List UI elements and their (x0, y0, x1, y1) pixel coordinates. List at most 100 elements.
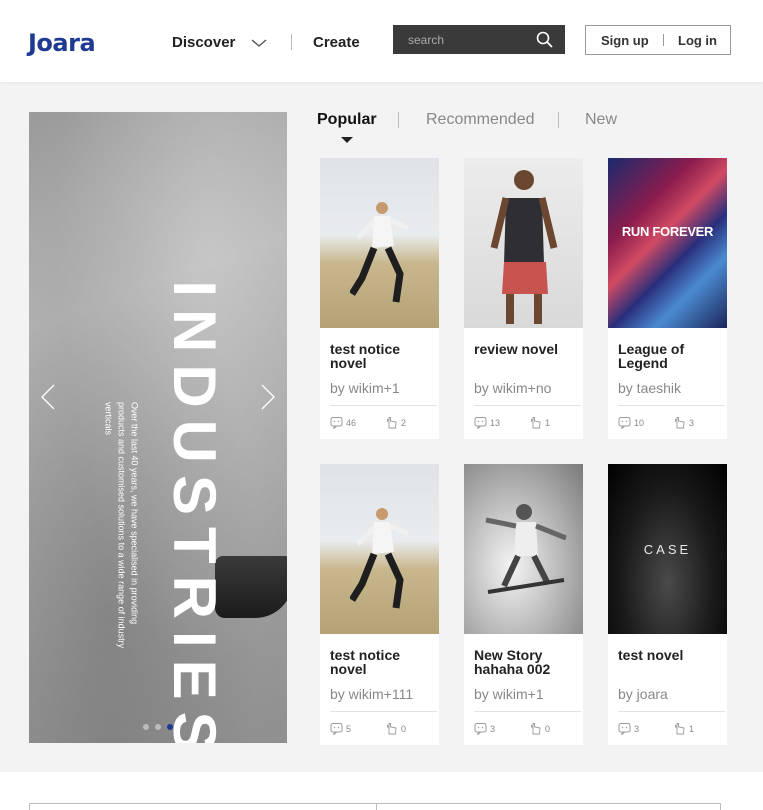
like-count: 1 (673, 722, 694, 735)
novel-card[interactable]: review novel by wikim+no 13 1 (464, 158, 583, 439)
hand-icon (675, 417, 685, 429)
nav-discover[interactable]: Discover (172, 34, 267, 51)
hand-icon (531, 723, 541, 735)
novel-title: test notice novel (330, 341, 401, 371)
active-tab-indicator (341, 137, 353, 143)
comment-count-value: 3 (490, 723, 496, 734)
cover-image: RUN FOREVER (608, 158, 727, 328)
novel-title: New Story hahaha 002 (474, 647, 551, 677)
login-button[interactable]: Log in (678, 33, 717, 48)
search-input[interactable] (393, 32, 523, 47)
comment-icon (474, 723, 487, 735)
footer-box (29, 803, 721, 810)
comment-count-value: 3 (634, 723, 640, 734)
like-count-value: 1 (689, 723, 695, 734)
banner-texture (29, 112, 287, 743)
comment-count-value: 5 (346, 723, 352, 734)
cover-image (320, 464, 439, 634)
card-divider (618, 711, 725, 712)
like-count-value: 2 (401, 417, 407, 428)
novel-card[interactable]: test notice novel by wikim+111 5 0 (320, 464, 439, 745)
novel-title: review novel (474, 341, 559, 357)
chevron-left-icon[interactable] (41, 384, 55, 410)
signup-button[interactable]: Sign up (601, 33, 649, 48)
novel-title: League of Legend (618, 341, 685, 371)
tab-divider (558, 112, 559, 128)
search-bar (393, 25, 565, 54)
like-count: 0 (529, 722, 550, 735)
novel-author: by wikim+1 (474, 686, 544, 702)
runner-figure (350, 202, 410, 303)
comment-count: 10 (618, 416, 644, 429)
nav-divider (291, 34, 292, 50)
hero-banner[interactable]: INDUSTRIES Over the last 40 years, we ha… (29, 112, 287, 743)
comment-count: 46 (330, 416, 356, 429)
cover-text: CASE (643, 542, 692, 557)
novel-card[interactable]: New Story hahaha 002 by wikim+1 3 0 (464, 464, 583, 745)
card-divider (618, 405, 725, 406)
comment-icon (330, 723, 343, 735)
tab-new[interactable]: New (585, 111, 617, 129)
novel-title: test notice novel (330, 647, 401, 677)
comment-count-value: 10 (634, 417, 645, 428)
like-count: 0 (385, 722, 406, 735)
cover-image (464, 464, 583, 634)
search-icon[interactable] (536, 31, 553, 48)
novel-card[interactable]: test notice novel by wikim+1 46 2 (320, 158, 439, 439)
joara-logo[interactable]: Joara (28, 29, 96, 57)
nav-discover-label: Discover (172, 34, 236, 51)
carousel-dot-2[interactable] (155, 724, 161, 730)
tab-recommended[interactable]: Recommended (426, 111, 535, 129)
comment-icon (618, 417, 631, 429)
hand-icon (387, 723, 397, 735)
tab-divider (398, 112, 399, 128)
comment-count-value: 46 (346, 417, 357, 428)
like-count-value: 0 (401, 723, 407, 734)
tab-popular[interactable]: Popular (317, 111, 377, 129)
card-divider (474, 711, 581, 712)
like-count: 1 (529, 416, 550, 429)
hand-icon (531, 417, 541, 429)
auth-divider (663, 34, 664, 46)
surfer-figure (485, 504, 567, 594)
like-count-value: 1 (545, 417, 551, 428)
auth-box: Sign up Log in (585, 25, 731, 55)
banner-title: INDUSTRIES (161, 280, 228, 743)
runner-figure (350, 508, 410, 609)
athlete-figure (490, 170, 558, 324)
novel-author: by joara (618, 686, 668, 702)
cover-image (320, 158, 439, 328)
novel-author: by wikim+no (474, 380, 552, 396)
comment-count: 13 (474, 416, 500, 429)
comment-count: 5 (330, 722, 351, 735)
site-header: Joara Discover Create Sign up Log in (0, 0, 763, 82)
carousel-dot-3[interactable] (167, 724, 173, 730)
like-count-value: 0 (545, 723, 551, 734)
novel-author: by wikim+1 (330, 380, 400, 396)
like-count: 3 (673, 416, 694, 429)
card-divider (474, 405, 581, 406)
comment-icon (474, 417, 487, 429)
novel-card[interactable]: RUN FOREVER League of Legend by taeshik … (608, 158, 727, 439)
card-divider (330, 711, 437, 712)
cover-image (464, 158, 583, 328)
chevron-right-icon[interactable] (261, 384, 275, 410)
footer-divider (376, 804, 377, 810)
novel-card[interactable]: CASE test novel by joara 3 1 (608, 464, 727, 745)
comment-count-value: 13 (490, 417, 501, 428)
comment-icon (330, 417, 343, 429)
banner-description: Over the last 40 years, we have speciali… (103, 402, 140, 649)
comment-count: 3 (474, 722, 495, 735)
hand-icon (675, 723, 685, 735)
carousel-dot-1[interactable] (143, 724, 149, 730)
novel-author: by taeshik (618, 380, 682, 396)
cover-image: CASE (608, 464, 727, 634)
logo-text: Joara (28, 29, 96, 57)
like-count-value: 3 (689, 417, 695, 428)
carousel-dots (143, 724, 173, 730)
hand-icon (387, 417, 397, 429)
novel-author: by wikim+111 (330, 686, 414, 702)
like-count: 2 (385, 416, 406, 429)
novel-title: test novel (618, 647, 684, 663)
nav-create[interactable]: Create (313, 34, 360, 51)
